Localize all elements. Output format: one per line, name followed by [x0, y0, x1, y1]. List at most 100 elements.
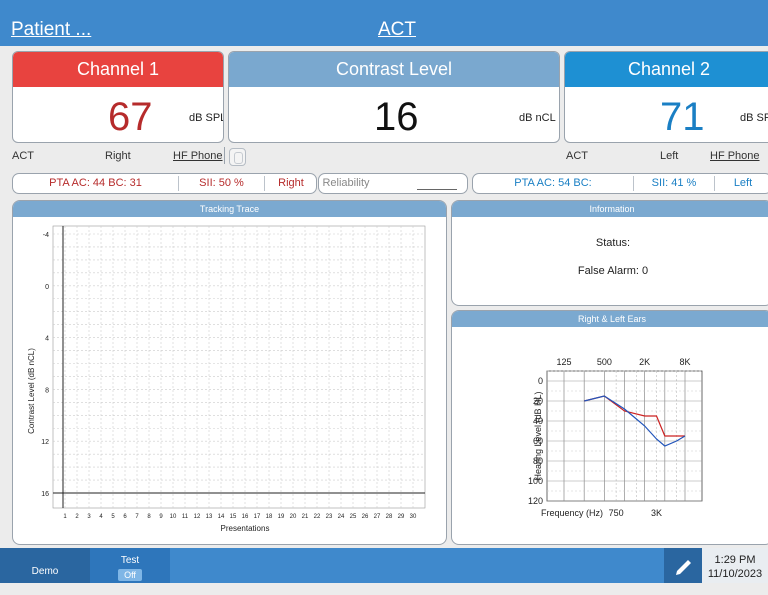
clock[interactable]: 1:29 PM 11/10/2023	[702, 548, 768, 583]
information-panel: Information Status: False Alarm: 0	[451, 200, 768, 306]
audiogram-y-tick: 0	[538, 376, 543, 386]
audiogram-bottom-tick: 750	[609, 508, 624, 518]
channel2-level: 71	[660, 95, 705, 139]
tracking-x-tick: 1	[63, 514, 67, 520]
channel2-title: Channel 2	[565, 52, 768, 87]
demo-button[interactable]: Demo	[0, 548, 90, 583]
test-label: Test	[120, 555, 140, 566]
tracking-y-tick: 8	[45, 387, 49, 394]
right-ear-label: Right	[278, 177, 304, 189]
tracking-x-tick: 27	[374, 514, 381, 520]
false-alarm-count: False Alarm: 0	[577, 265, 649, 277]
tracking-trace-chart: -404812161 2 3 4 5 6 7 8 9 10 11 12 13 14 15 16 17 18 19 20…	[27, 225, 426, 533]
audiogram-top-tick: 125	[556, 357, 571, 367]
test-title[interactable]: ACT	[378, 19, 416, 41]
contrast-level-value: 16	[374, 95, 419, 139]
tracking-x-axis-label: Presentations	[221, 524, 270, 533]
tracking-x-tick: 20	[290, 514, 297, 520]
tracking-x-tick: 28	[386, 514, 393, 520]
audiogram-top-tick: 2K	[639, 357, 650, 367]
tracking-x-tick: 18	[266, 514, 273, 520]
toggle-button[interactable]	[229, 148, 246, 166]
contrast-level-panel[interactable]: Contrast Level 16 dB nCL	[228, 51, 560, 143]
tracking-x-tick: 2	[75, 514, 79, 520]
tracking-x-tick: 23	[326, 514, 333, 520]
contrast-level-title: Contrast Level	[229, 52, 559, 87]
tracking-plot-area	[52, 225, 426, 509]
audiogram-y-axis-label: Hearing Level (dB HL)	[533, 391, 543, 480]
audiogram-top-tick: 500	[597, 357, 612, 367]
clock-time: 1:29 PM	[714, 554, 756, 566]
left-sii: SII: 41 %	[651, 177, 697, 189]
reliability-line	[417, 189, 457, 190]
tracking-x-tick: 16	[242, 514, 249, 520]
tracking-x-tick: 19	[278, 514, 285, 520]
tracking-x-tick: 8	[147, 514, 151, 520]
channel2-ear[interactable]: Left	[660, 150, 678, 162]
tracking-x-tick: 6	[123, 514, 127, 520]
clock-date: 11/10/2023	[707, 568, 763, 580]
audiogram-chart: 020406080100120125 500 2K 8K750 3K Hearing L…	[528, 357, 703, 518]
tracking-y-tick: 12	[41, 439, 49, 446]
tracking-x-tick: 4	[99, 514, 103, 520]
audiogram-panel: Right & Left Ears 0 20 40 60 80 100 120 125 500 2…	[451, 310, 768, 545]
right-sii: SII: 50 %	[199, 177, 244, 189]
channel2-mode: ACT	[566, 150, 588, 162]
channel2-panel[interactable]: Channel 2 71 dB SPL	[564, 51, 768, 143]
tracking-x-tick: 9	[159, 514, 163, 520]
tracking-x-tick: 10	[170, 514, 177, 520]
channel1-ear[interactable]: Right	[105, 150, 131, 162]
information-title: Information	[452, 201, 768, 217]
tracking-x-tick: 21	[302, 514, 309, 520]
channel1-title: Channel 1	[13, 52, 223, 87]
patient-link[interactable]: Patient ...	[11, 19, 91, 41]
channel1-unit: dB SPL	[189, 112, 224, 124]
tracking-x-tick: 15	[230, 514, 237, 520]
tracking-x-tick: 25	[350, 514, 357, 520]
channel2-unit: dB SPL	[740, 112, 768, 124]
channel2-transducer[interactable]: HF Phone	[710, 150, 760, 162]
right-ear-summary: PTA AC: 44 BC: 31 SII: 50 % Right	[12, 173, 317, 194]
tracking-x-tick: 17	[254, 514, 261, 520]
toggle-icon	[234, 152, 243, 164]
divider	[224, 147, 225, 164]
tracking-x-tick: 11	[182, 514, 189, 520]
contrast-level-unit: dB nCL	[519, 112, 556, 124]
audiogram-x-axis-label: Frequency (Hz)	[541, 508, 603, 518]
channel1-panel[interactable]: Channel 1 67 dB SPL	[12, 51, 224, 143]
audiogram-y-tick: 120	[528, 496, 543, 506]
tracking-y-tick: -4	[43, 232, 49, 239]
tracking-x-tick: 13	[206, 514, 213, 520]
reliability-label: Reliability	[322, 177, 370, 189]
test-toggle[interactable]: Test Off	[90, 548, 170, 583]
audiogram-top-tick: 8K	[679, 357, 690, 367]
status-label: Status:	[595, 237, 631, 249]
channel1-mode: ACT	[12, 150, 34, 162]
tracking-x-tick: 22	[314, 514, 321, 520]
audiogram-bottom-tick: 3K	[651, 508, 662, 518]
tracking-x-tick: 3	[87, 514, 91, 520]
tracking-y-tick: 4	[45, 336, 49, 343]
tracking-x-tick: 29	[398, 514, 405, 520]
tracking-x-tick: 14	[218, 514, 225, 520]
tracking-x-tick: 12	[194, 514, 201, 520]
tracking-x-tick: 30	[410, 514, 417, 520]
edit-button[interactable]	[664, 548, 702, 583]
left-pta: PTA AC: 54 BC:	[514, 177, 592, 189]
channel1-transducer[interactable]: HF Phone	[173, 150, 223, 162]
tracking-trace-panel: Tracking Trace -4 0 4 8 12 16 1 2 3 4 5 6 7 8 9 10 11 12 1…	[12, 200, 447, 545]
reliability-box: Reliability	[318, 173, 468, 194]
tracking-x-tick: 5	[111, 514, 115, 520]
tracking-y-tick: 16	[41, 491, 49, 498]
tracking-x-tick: 26	[362, 514, 369, 520]
right-pta: PTA AC: 44 BC: 31	[49, 177, 142, 189]
tracking-y-axis-label: Contrast Level (dB nCL)	[27, 348, 36, 434]
left-ear-summary: PTA AC: 54 BC: SII: 41 % Left	[472, 173, 768, 194]
tracking-y-tick: 0	[45, 284, 49, 291]
channel1-level: 67	[108, 95, 153, 139]
test-state[interactable]: Off	[118, 569, 142, 581]
tracking-x-tick: 24	[338, 514, 345, 520]
left-ear-label: Left	[733, 177, 753, 189]
tracking-x-tick: 7	[135, 514, 139, 520]
pen-icon	[676, 560, 691, 575]
